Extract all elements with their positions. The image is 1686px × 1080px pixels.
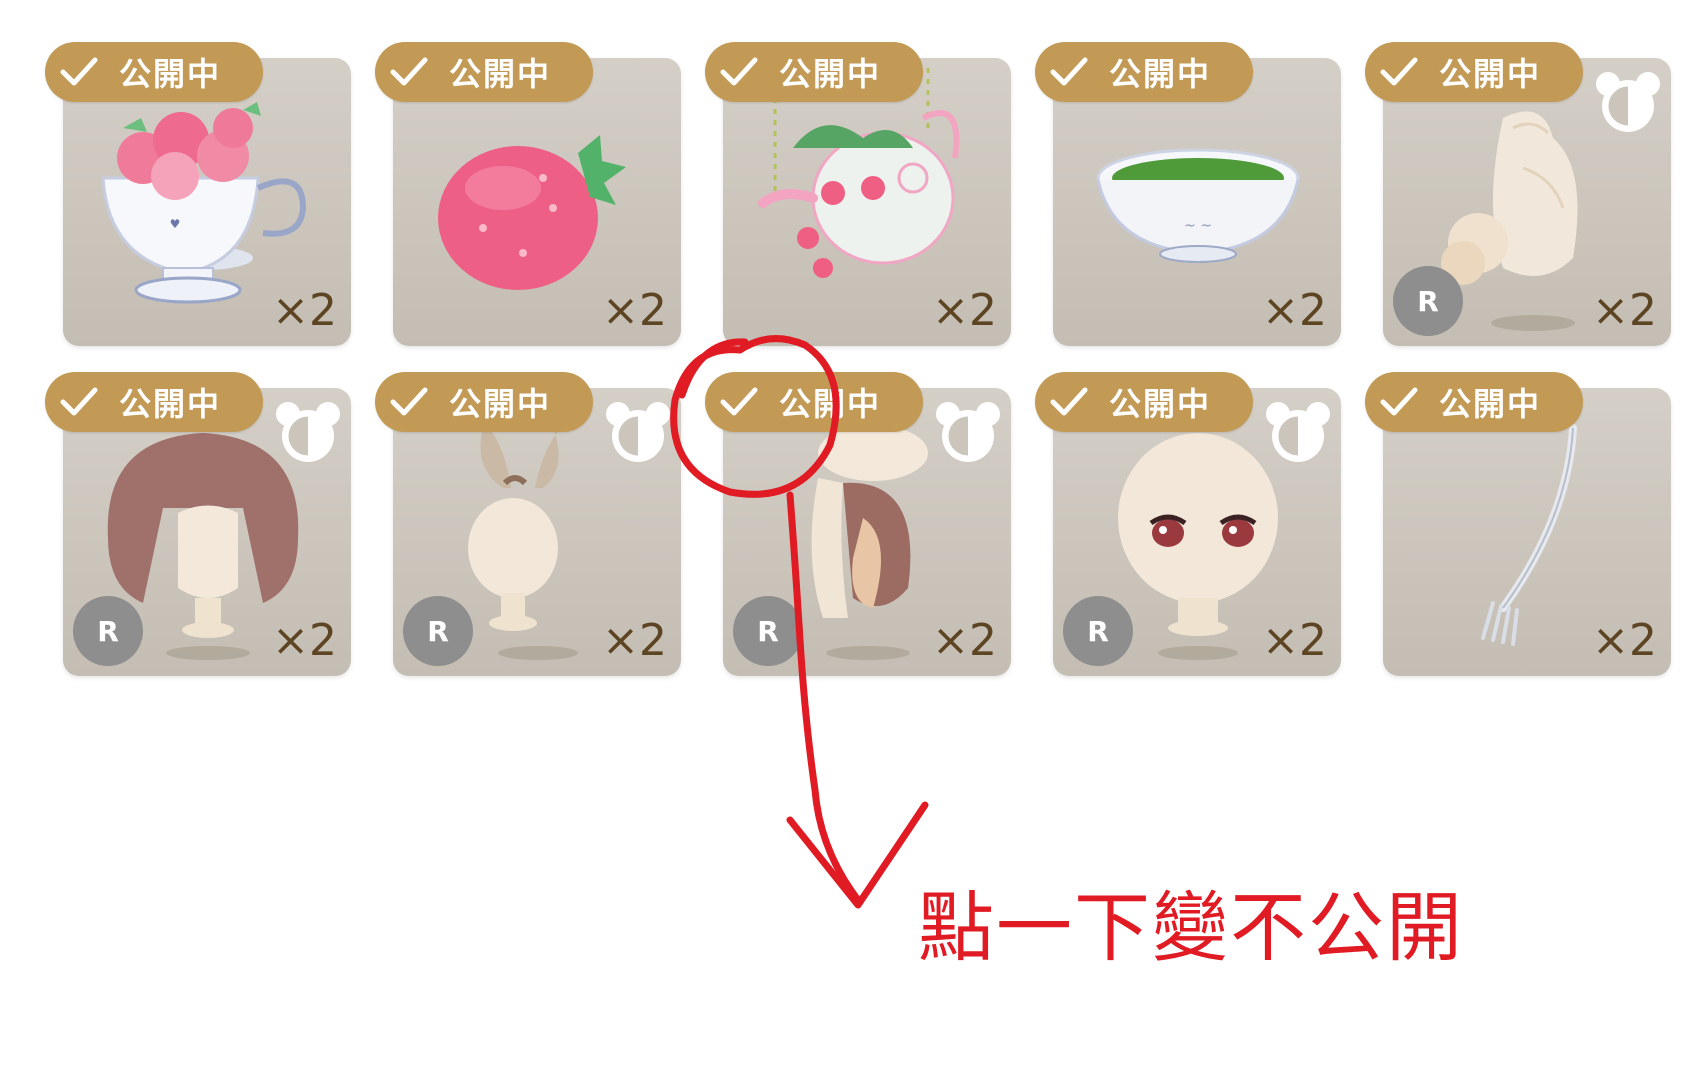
check-icon <box>1377 380 1421 424</box>
quantity-label: ×2 <box>602 615 667 666</box>
public-status-badge[interactable]: 公開中 <box>705 372 923 432</box>
badge-label: 公開中 <box>779 385 882 423</box>
bear-icon <box>606 402 670 462</box>
badge-label: 公開中 <box>119 55 222 93</box>
badge-label: 公開中 <box>779 55 882 93</box>
item-card-bunny-ears[interactable]: R 公開中 ×2 <box>375 372 681 676</box>
badge-label: 公開中 <box>119 385 222 423</box>
quantity-label: ×2 <box>272 285 337 336</box>
bear-icon <box>1596 72 1660 132</box>
check-icon <box>1377 50 1421 94</box>
item-card-silver-fork[interactable]: 公開中 ×2 <box>1365 372 1671 676</box>
badge-label: 公開中 <box>1109 55 1212 93</box>
rarity-badge: R <box>1393 266 1463 336</box>
bear-icon <box>276 402 340 462</box>
public-status-badge[interactable]: 公開中 <box>45 372 263 432</box>
check-icon <box>717 50 761 94</box>
item-card-brown-bob-hair[interactable]: R 公開中 ×2 <box>45 372 351 676</box>
public-status-badge[interactable]: 公開中 <box>375 372 593 432</box>
public-status-badge[interactable]: 公開中 <box>45 42 263 102</box>
public-status-badge[interactable]: 公開中 <box>1035 372 1253 432</box>
check-icon <box>387 380 431 424</box>
item-card-eyes-face[interactable]: R 公開中 ×2 <box>1035 372 1341 676</box>
quantity-label: ×2 <box>1262 615 1327 666</box>
item-card-strawberry-teacup[interactable]: ♥ 公開中 ×2 <box>45 42 351 346</box>
quantity-label: ×2 <box>932 615 997 666</box>
bear-icon <box>1266 402 1330 462</box>
rarity-badge: R <box>733 596 803 666</box>
badge-label: 公開中 <box>1439 385 1542 423</box>
quantity-label: ×2 <box>602 285 667 336</box>
item-card-green-soup-bowl[interactable]: ~ ~ 公開中 ×2 <box>1035 42 1341 346</box>
quantity-label: ×2 <box>1592 615 1657 666</box>
public-status-badge[interactable]: 公開中 <box>1365 42 1583 102</box>
check-icon <box>57 380 101 424</box>
public-status-badge[interactable]: 公開中 <box>1035 42 1253 102</box>
quantity-label: ×2 <box>272 615 337 666</box>
svg-text:♥: ♥ <box>170 217 181 231</box>
annotation-note: 點一下變不公開 <box>918 883 1464 972</box>
item-card-strawberry-teapot[interactable]: 公開中 ×2 <box>705 42 1011 346</box>
quantity-label: ×2 <box>1262 285 1327 336</box>
item-card-strawberry[interactable]: 公開中 ×2 <box>375 42 681 346</box>
check-icon <box>1047 380 1091 424</box>
public-status-badge[interactable]: 公開中 <box>1365 372 1583 432</box>
item-card-hair-bun-item[interactable]: R 公開中 ×2 <box>1365 42 1671 346</box>
check-icon <box>387 50 431 94</box>
public-status-badge[interactable]: 公開中 <box>705 42 923 102</box>
badge-label: 公開中 <box>449 55 552 93</box>
quantity-label: ×2 <box>932 285 997 336</box>
badge-label: 公開中 <box>1439 55 1542 93</box>
rarity-badge: R <box>73 596 143 666</box>
badge-label: 公開中 <box>1109 385 1212 423</box>
item-card-twin-tail-hair[interactable]: R 公開中 ×2 <box>705 372 1011 676</box>
rarity-badge: R <box>403 596 473 666</box>
public-status-badge[interactable]: 公開中 <box>375 42 593 102</box>
item-grid: ♥ 公開中 ×2 公開中 ×2 公開中 ×2 ~ ~ 公開中 ×2 R 公開中 … <box>0 0 1686 700</box>
badge-label: 公開中 <box>449 385 552 423</box>
check-icon <box>1047 50 1091 94</box>
check-icon <box>57 50 101 94</box>
svg-text:~ ~: ~ ~ <box>1184 218 1212 234</box>
bear-icon <box>936 402 1000 462</box>
check-icon <box>717 380 761 424</box>
quantity-label: ×2 <box>1592 285 1657 336</box>
rarity-badge: R <box>1063 596 1133 666</box>
